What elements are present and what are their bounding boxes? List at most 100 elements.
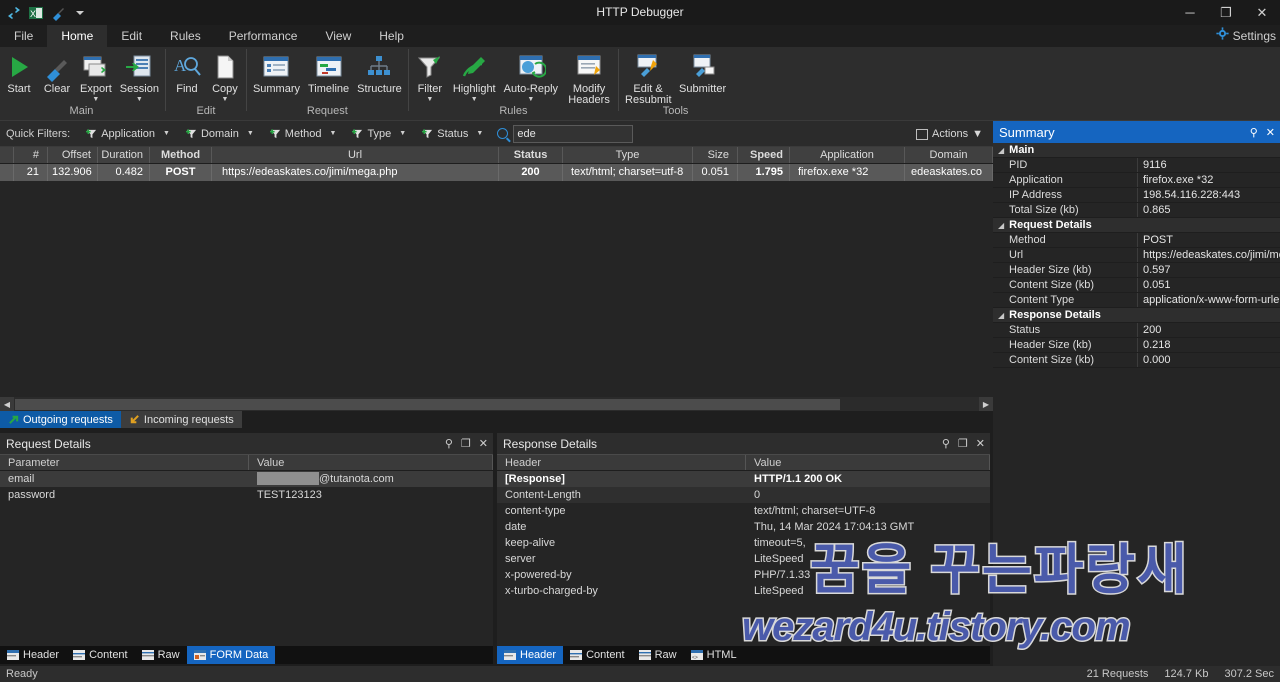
table-row[interactable]: server LiteSpeed [497,551,990,567]
requests-grid[interactable]: # Offset Duration Method Url Status Type… [0,147,993,397]
response-details-col-header[interactable]: Header [497,455,746,470]
chevron-down-icon[interactable]: ▼ [163,130,170,137]
scroll-left-arrow[interactable]: ◀ [0,397,14,411]
ribbon-tab-performance[interactable]: Performance [215,25,312,47]
chevron-down-icon[interactable]: ▼ [471,96,478,104]
maximize-icon[interactable]: ❐ [461,437,471,450]
collapse-triangle-icon[interactable]: ◢ [998,221,1004,230]
scroll-right-arrow[interactable]: ▶ [979,397,993,411]
filter-button[interactable]: Filter ▼ [411,50,449,104]
ribbon-tab-rules[interactable]: Rules [156,25,215,47]
tab-response-raw[interactable]: Raw [632,646,684,664]
pin-icon[interactable]: ⚲ [942,437,950,450]
collapse-triangle-icon[interactable]: ◢ [998,311,1004,320]
request-details-col-value[interactable]: Value [249,455,493,470]
grid-header-type[interactable]: Type [563,147,693,163]
ribbon-tab-file[interactable]: File [0,25,47,47]
table-row[interactable]: content-type text/html; charset=UTF-8 [497,503,990,519]
table-row[interactable]: Content-Length 0 [497,487,990,503]
close-button[interactable]: ✕ [1244,0,1280,25]
ribbon-tab-view[interactable]: View [311,25,365,47]
start-button[interactable]: Start [0,50,38,95]
actions-button[interactable]: Actions ▼ [910,124,989,144]
response-details-col-value[interactable]: Value [746,455,990,470]
ribbon-tab-help[interactable]: Help [365,25,418,47]
submitter-button[interactable]: Submitter [675,50,730,95]
tab-request-content[interactable]: Content [66,646,135,664]
tab-response-html[interactable]: <> HTML [684,646,744,664]
quick-filter-application[interactable]: Application ▼ [78,123,178,145]
tab-request-form-data[interactable]: FORM Data [187,646,276,664]
table-row[interactable]: x-powered-by PHP/7.1.33 [497,567,990,583]
table-row[interactable]: 21 132.906 0.482 POST https://edeaskates… [0,164,993,181]
timeline-button[interactable]: Timeline [304,50,353,95]
session-button[interactable]: Session ▼ [116,50,163,104]
summary-button[interactable]: Summary [249,50,304,95]
close-icon[interactable]: ✕ [1266,126,1275,139]
chevron-down-icon[interactable]: ▼ [972,128,983,140]
restore-button[interactable]: ❐ [1208,0,1244,25]
request-details-col-parameter[interactable]: Parameter [0,455,249,470]
quick-filter-method[interactable]: Method ▼ [262,123,345,145]
summary-group-main[interactable]: ◢ Main [993,143,1280,158]
table-row[interactable]: x-turbo-charged-by LiteSpeed [497,583,990,599]
clear-button[interactable]: Clear [38,50,76,95]
summary-group-response-details[interactable]: ◢ Response Details [993,308,1280,323]
modify-headers-button[interactable]: Modify Headers [562,50,616,106]
ribbon-tab-edit[interactable]: Edit [107,25,156,47]
chevron-down-icon[interactable]: ▼ [247,130,254,137]
grid-header-speed[interactable]: Speed [738,147,790,163]
chevron-down-icon[interactable]: ▼ [136,96,143,104]
scrollbar-thumb[interactable] [15,399,840,410]
grid-horizontal-scrollbar[interactable]: ◀ ▶ [0,397,993,411]
ribbon-tab-home[interactable]: Home [47,25,107,47]
grid-header-domain[interactable]: Domain [905,147,993,163]
copy-button[interactable]: Copy ▼ [206,50,244,104]
grid-header-num[interactable]: # [14,147,48,163]
maximize-icon[interactable]: ❐ [958,437,968,450]
close-icon[interactable]: ✕ [479,437,488,450]
table-row[interactable]: date Thu, 14 Mar 2024 17:04:13 GMT [497,519,990,535]
chevron-down-icon[interactable]: ▼ [399,130,406,137]
table-row[interactable]: password TEST123123 [0,487,493,503]
quick-filter-type[interactable]: Type ▼ [344,123,414,145]
tab-response-header[interactable]: Header [497,646,563,664]
collapse-triangle-icon[interactable]: ◢ [998,146,1004,155]
find-button[interactable]: A Find [168,50,206,95]
table-row[interactable]: keep-alive timeout=5, [497,535,990,551]
edit-resubmit-button[interactable]: Edit & Resubmit [621,50,675,106]
grid-header-method[interactable]: Method [150,147,212,163]
minimize-button[interactable]: ─ [1172,0,1208,25]
settings-button[interactable]: Settings [1216,25,1276,47]
chevron-down-icon[interactable]: ▼ [426,96,433,104]
tab-incoming-requests[interactable]: Incoming requests [121,411,242,428]
tab-request-raw[interactable]: Raw [135,646,187,664]
search-input[interactable] [513,125,633,143]
grid-header-url[interactable]: Url [212,147,499,163]
grid-header-application[interactable]: Application [790,147,905,163]
pin-icon[interactable]: ⚲ [445,437,453,450]
auto-reply-button[interactable]: Auto-Reply ▼ [500,50,562,104]
quick-filter-domain[interactable]: Domain ▼ [178,123,262,145]
grid-header-offset[interactable]: Offset [48,147,98,163]
grid-header-duration[interactable]: Duration [98,147,150,163]
close-icon[interactable]: ✕ [976,437,985,450]
export-button[interactable]: Export ▼ [76,50,116,104]
tab-request-header[interactable]: Header [0,646,66,664]
search-icon[interactable] [497,128,508,139]
grid-header-status[interactable]: Status [499,147,563,163]
quick-filter-status[interactable]: Status ▼ [414,123,491,145]
chevron-down-icon[interactable]: ▼ [221,96,228,104]
tab-outgoing-requests[interactable]: Outgoing requests [0,411,121,428]
table-row[interactable]: email @tutanota.com [0,471,493,487]
pin-icon[interactable]: ⚲ [1250,126,1258,139]
chevron-down-icon[interactable]: ▼ [330,130,337,137]
table-row[interactable]: [Response] HTTP/1.1 200 OK [497,471,990,487]
grid-header-size[interactable]: Size [693,147,738,163]
summary-group-request-details[interactable]: ◢ Request Details [993,218,1280,233]
highlight-button[interactable]: Highlight ▼ [449,50,500,104]
structure-button[interactable]: Structure [353,50,406,95]
chevron-down-icon[interactable]: ▼ [527,96,534,104]
chevron-down-icon[interactable]: ▼ [476,130,483,137]
tab-response-content[interactable]: Content [563,646,632,664]
